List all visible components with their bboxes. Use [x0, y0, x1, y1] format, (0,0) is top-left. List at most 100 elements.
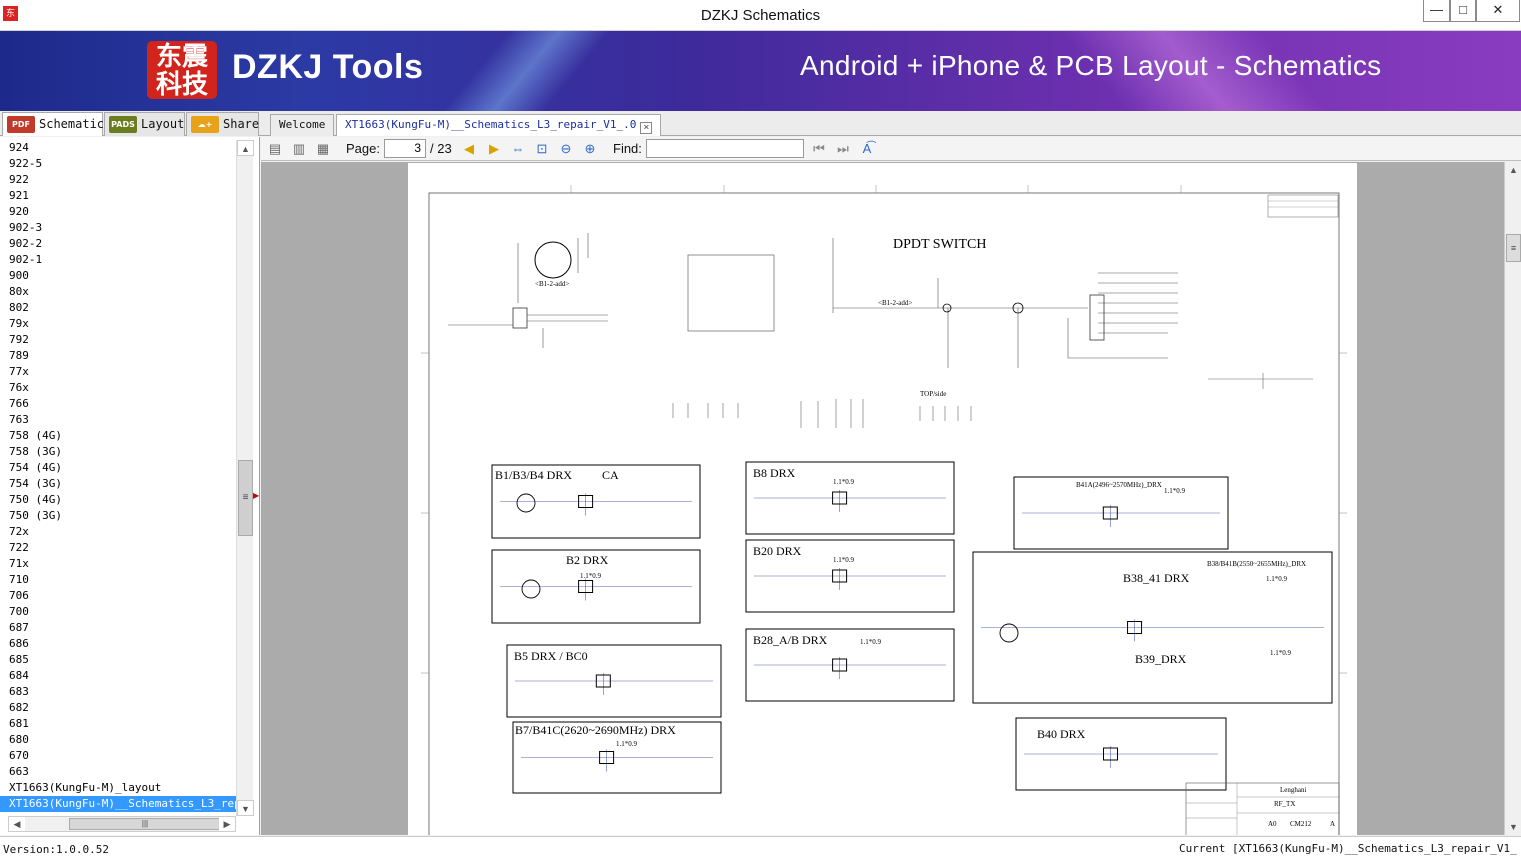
list-item[interactable]: 700 [0, 604, 236, 620]
list-item[interactable]: 902-2 [0, 236, 236, 252]
scroll-thumb[interactable]: ≡ [238, 460, 253, 536]
title-bar: 东 DZKJ Schematics — □ ✕ [0, 0, 1521, 31]
tab-label: Layout [141, 117, 185, 131]
scroll-down-icon[interactable]: ▼ [237, 800, 254, 816]
list-item[interactable]: 722 [0, 540, 236, 556]
close-button[interactable]: ✕ [1476, 0, 1520, 22]
zoom-out-icon[interactable]: ⊖ [556, 139, 576, 159]
list-item[interactable]: 79x [0, 316, 236, 332]
block-size-note: 1.1*0.9 [616, 740, 638, 748]
match-case-icon[interactable]: A͡ [857, 139, 877, 159]
scroll-left-icon[interactable]: ◀ [9, 817, 25, 831]
document-viewer[interactable]: DPDT SWITCH <B1-2-add> <B1-2-add> TOP/si… [261, 162, 1504, 835]
list-item[interactable]: 766 [0, 396, 236, 412]
zoom-in-icon[interactable]: ⊕ [580, 139, 600, 159]
schematic-note: <B1-2-add> [535, 280, 569, 288]
list-item[interactable]: 758 (3G) [0, 444, 236, 460]
list-item[interactable]: 754 (3G) [0, 476, 236, 492]
find-input[interactable] [646, 139, 804, 158]
list-item[interactable]: 80x [0, 284, 236, 300]
list-item[interactable]: XT1663(KungFu-M)_layout [0, 780, 236, 796]
list-item[interactable]: 750 (3G) [0, 508, 236, 524]
list-item[interactable]: 902-1 [0, 252, 236, 268]
list-item[interactable]: 76x [0, 380, 236, 396]
scroll-up-icon[interactable]: ▲ [237, 140, 254, 156]
list-item[interactable]: 763 [0, 412, 236, 428]
schematic-blocks: B1/B3/B4 DRX CA B2 DRX 1.1*0.9 B5 DRX / BC0 B… [491, 461, 1333, 794]
splitter-arrow-icon[interactable]: ▶ [253, 492, 259, 500]
list-item[interactable]: 663 [0, 764, 236, 780]
block-title: B5 DRX / BC0 [514, 649, 588, 663]
list-item[interactable]: 924 [0, 140, 236, 156]
fit-width-icon[interactable]: ⇔ [508, 139, 528, 159]
list-item[interactable]: 921 [0, 188, 236, 204]
tab-document[interactable]: XT1663(KungFu-M)__Schematics_L3_repair_V… [336, 114, 662, 136]
circuit-trace [500, 578, 692, 601]
list-item[interactable]: 750 (4G) [0, 492, 236, 508]
minimize-button[interactable]: — [1423, 0, 1450, 22]
list-item[interactable]: 77x [0, 364, 236, 380]
next-page-icon[interactable]: ▶ [484, 139, 504, 159]
list-item[interactable]: 900 [0, 268, 236, 284]
close-tab-icon[interactable]: × [640, 122, 653, 134]
tab-welcome[interactable]: Welcome [270, 114, 335, 136]
title-block-company: Lenghani [1280, 786, 1306, 794]
list-item[interactable]: 681 [0, 716, 236, 732]
list-item[interactable]: 687 [0, 620, 236, 636]
block-title: B41A(2496~2570MHz)_DRX [1076, 481, 1162, 489]
circuit-trace [521, 749, 713, 772]
scroll-thumb[interactable]: ||| [69, 818, 221, 830]
list-item[interactable]: 686 [0, 636, 236, 652]
schematic-block: B39_DRX 1.1*0.9 [1135, 649, 1292, 666]
list-item[interactable]: 685 [0, 652, 236, 668]
scroll-thumb[interactable]: ≡ [1506, 234, 1521, 262]
list-item[interactable]: 684 [0, 668, 236, 684]
tab-label: XT1663(KungFu-M)__Schematics_L3_repair_V… [345, 118, 637, 131]
list-item[interactable]: 792 [0, 332, 236, 348]
list-item[interactable]: 802 [0, 300, 236, 316]
list-item[interactable]: 683 [0, 684, 236, 700]
list-item[interactable]: 902-3 [0, 220, 236, 236]
viewer-vertical-scrollbar[interactable]: ▲ ≡ ▼ [1504, 162, 1521, 835]
list-item[interactable]: 920 [0, 204, 236, 220]
scroll-right-icon[interactable]: ▶ [219, 817, 235, 831]
tab-schematic[interactable]: PDF Schematic [2, 112, 104, 136]
block-title: B8 DRX [753, 466, 796, 480]
scroll-up-icon[interactable]: ▲ [1505, 162, 1521, 178]
list-item[interactable]: 710 [0, 572, 236, 588]
previous-page-icon[interactable]: ◀ [459, 139, 479, 159]
list-item[interactable]: 670 [0, 748, 236, 764]
fit-page-icon[interactable]: ⊡ [532, 139, 552, 159]
list-item[interactable]: 922-5 [0, 156, 236, 172]
tab-layout[interactable]: PADS Layout [104, 112, 185, 136]
schematic-heading: DPDT SWITCH [893, 237, 986, 252]
two-page-icon[interactable]: ▦ [313, 139, 333, 159]
scroll-down-icon[interactable]: ▼ [1505, 819, 1521, 835]
circuit-trace [1022, 505, 1220, 527]
list-item[interactable]: 680 [0, 732, 236, 748]
list-item[interactable]: 71x [0, 556, 236, 572]
find-previous-icon[interactable]: ⏮ [809, 139, 829, 159]
list-item[interactable]: XT1663(KungFu-M)__Schematics_L3_repair_V… [0, 795, 236, 813]
list-item[interactable]: 754 (4G) [0, 460, 236, 476]
block-title: B39_DRX [1135, 652, 1187, 666]
list-item[interactable]: 789 [0, 348, 236, 364]
list-item[interactable]: 72x [0, 524, 236, 540]
open-file-icon[interactable]: ▤ [265, 139, 285, 159]
list-vertical-scrollbar[interactable]: ▲ ≡ ▼ [236, 140, 254, 816]
schematic-block: B1/B3/B4 DRX CA [491, 464, 701, 539]
tab-strip: PDF Schematic PADS Layout ☁+ Share Welco… [0, 111, 1521, 136]
block-size-note: 1.1*0.9 [833, 478, 855, 486]
list-horizontal-scrollbar[interactable]: ◀ ||| ▶ [8, 816, 236, 832]
copy-page-icon[interactable]: ▥ [289, 139, 309, 159]
block-title: B20 DRX [753, 544, 802, 558]
list-item[interactable]: 682 [0, 700, 236, 716]
list-item[interactable]: 758 (4G) [0, 428, 236, 444]
tab-share[interactable]: ☁+ Share [186, 112, 259, 136]
find-next-icon[interactable]: ⏭ [833, 139, 853, 159]
list-item[interactable]: 922 [0, 172, 236, 188]
circuit-trace [515, 673, 713, 695]
list-item[interactable]: 706 [0, 588, 236, 604]
maximize-button[interactable]: □ [1450, 0, 1476, 22]
page-number-input[interactable]: 3 [384, 139, 426, 158]
